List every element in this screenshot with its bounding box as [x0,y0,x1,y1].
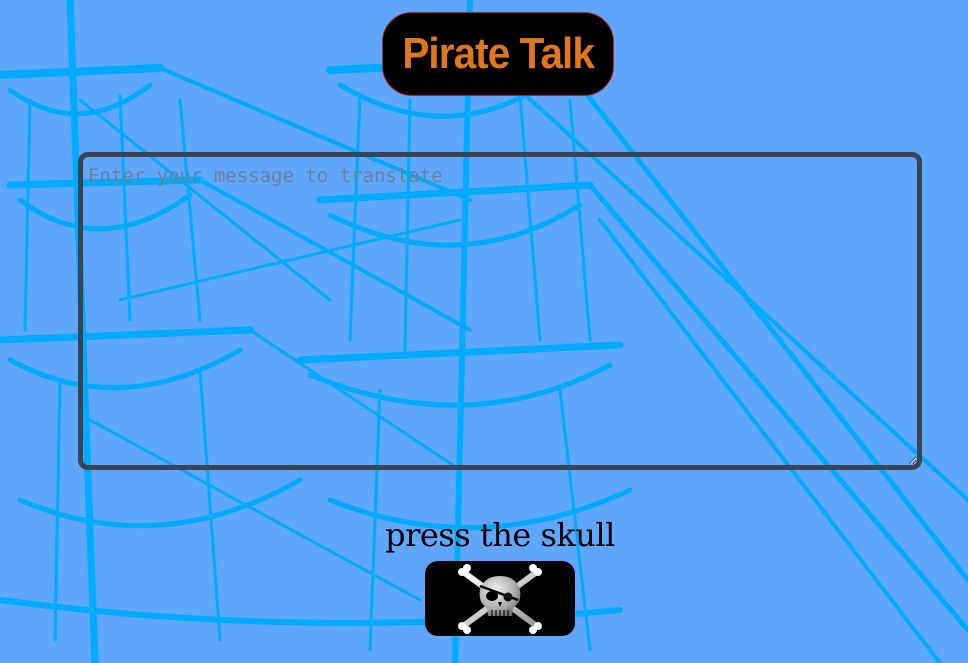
title-badge: Pirate Talk [382,12,614,96]
page-title: Pirate Talk [402,29,595,78]
press-skull-label: press the skull [385,516,615,554]
translate-skull-button[interactable] [425,561,575,636]
message-input[interactable] [78,152,922,470]
skull-crossbones-icon [458,563,542,634]
